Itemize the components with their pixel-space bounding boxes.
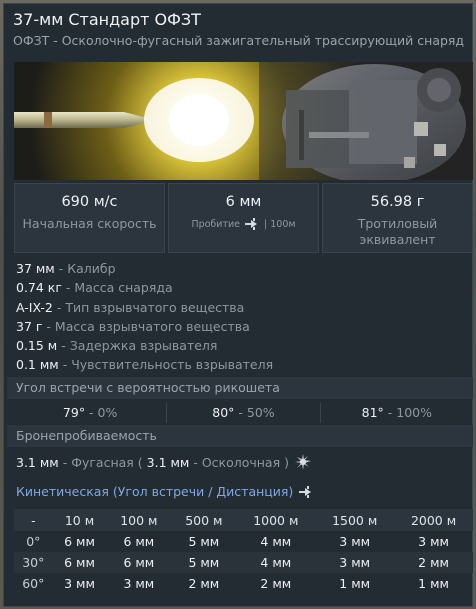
shell-arrow-icon: [299, 485, 312, 498]
table-corner: -: [14, 509, 53, 531]
property-fuse-delay: 0.15 м - Задержка взрывателя: [16, 338, 218, 354]
table-cell: 3 мм: [123, 576, 155, 591]
shell-properties-list: 37 мм - Калибр 0.74 кг - Масса снаряда A…: [16, 259, 466, 375]
table-cell: 6 мм: [52, 552, 107, 573]
table-cell: 2 мм: [188, 576, 220, 591]
shell-title: 37-мм Стандарт ОФЗТ: [13, 10, 201, 29]
property-caliber: 37 мм - Калибр: [16, 261, 116, 276]
table-row: 0° 6 мм 6 мм 5 мм 4 мм 3 мм 3 мм: [14, 531, 473, 552]
kinetic-table-title: Кинетическая (Угол встречи / Дистанция): [16, 484, 314, 499]
muzzle-velocity-label: Начальная скорость: [22, 216, 157, 231]
shell-arrow-icon: [245, 218, 258, 230]
table-cell: 3 мм: [418, 534, 449, 549]
tnt-equivalent-label: Тротиловый эквивалент: [357, 216, 438, 247]
shell-info-tooltip: 37-мм Стандарт ОФЗТ ОФЗТ - Осколочно-фуг…: [3, 3, 473, 607]
penetration-stat: 6 мм Пробитие | 100м: [168, 183, 319, 253]
property-shell-mass: 0.74 кг - Масса снаряда: [16, 280, 173, 296]
he-penetration-line: 3.1 мм - Фугасная ( 3.1 мм - Осколочная …: [16, 454, 311, 470]
tooltip-header: 37-мм Стандарт ОФЗТ ОФЗТ - Осколочно-фуг…: [4, 4, 472, 50]
property-explosive-type: A-IX-2 - Тип взрывчатого вещества: [16, 299, 245, 315]
row-angle: 0°: [26, 534, 41, 549]
explosion-icon: [294, 454, 311, 470]
property-fuse-sensitivity: 0.1 мм - Чувствительность взрывателя: [16, 357, 274, 373]
table-cell: 3 мм: [339, 534, 371, 549]
muzzle-velocity-value: 690 м/с: [61, 194, 118, 210]
table-cell: 4 мм: [260, 534, 292, 549]
table-cell: 5 мм: [171, 552, 237, 573]
table-row: 60° 3 мм 3 мм 2 мм 2 мм 1 мм 1 мм: [14, 573, 473, 594]
shell-subtitle: ОФЗТ - Осколочно-фугасный зажигательный …: [13, 33, 465, 48]
property-explosive-mass: 37 г - Масса взрывчатого вещества: [16, 318, 250, 334]
column-header: 100 м: [106, 509, 172, 531]
penetration-distance: | 100м: [264, 218, 296, 230]
table-row: 30° 6 мм 6 мм 5 мм 4 мм 3 мм 2 мм: [14, 552, 473, 573]
shell-hit-illustration: [14, 62, 473, 180]
table-cell: 6 мм: [123, 534, 155, 549]
armor-penetration-section-header: Бронепробиваемость: [7, 425, 473, 447]
column-header: 500 м: [171, 509, 237, 531]
penetration-sublabel: Пробитие | 100м: [169, 218, 318, 230]
column-header: 1500 м: [315, 509, 395, 531]
shell-animation-image: [14, 62, 473, 180]
tnt-equivalent-value: 56.98 г: [370, 194, 425, 210]
ricochet-entry: 80° - 50%: [167, 403, 321, 423]
column-header: 1000 м: [236, 509, 316, 531]
table-cell: 3 мм: [64, 576, 95, 591]
table-cell: 4 мм: [236, 552, 316, 573]
table-cell: 2 мм: [260, 576, 292, 591]
column-header: 10 м: [52, 509, 107, 531]
row-angle: 60°: [22, 576, 45, 591]
ricochet-entry: 81° - 100%: [361, 405, 432, 420]
kinetic-penetration-table: - 10 м 100 м 500 м 1000 м 1500 м 2000 м …: [14, 509, 473, 594]
ricochet-row: 79° - 0% 80° - 50% 81° - 100%: [14, 403, 473, 423]
table-cell: 6 мм: [64, 534, 95, 549]
table-header-row: - 10 м 100 м 500 м 1000 м 1500 м 2000 м: [14, 509, 473, 531]
table-cell: 5 мм: [188, 534, 220, 549]
table-cell: 1 мм: [339, 576, 371, 591]
penetration-label: Пробитие: [191, 218, 241, 230]
ricochet-section-header: Угол встречи с вероятностью рикошета: [7, 377, 473, 399]
stats-row: 690 м/с Начальная скорость 6 мм Пробитие…: [14, 183, 473, 253]
row-angle: 30°: [14, 552, 53, 573]
table-cell: 3 мм: [315, 552, 395, 573]
table-cell: 1 мм: [418, 576, 449, 591]
table-cell: 2 мм: [394, 552, 473, 573]
column-header: 2000 м: [394, 509, 473, 531]
table-cell: 6 мм: [106, 552, 172, 573]
tnt-equivalent-stat: 56.98 г Тротиловый эквивалент: [322, 183, 473, 253]
penetration-value: 6 мм: [225, 194, 262, 210]
ricochet-entry: 79° - 0%: [14, 403, 168, 423]
muzzle-velocity-stat: 690 м/с Начальная скорость: [14, 183, 165, 253]
